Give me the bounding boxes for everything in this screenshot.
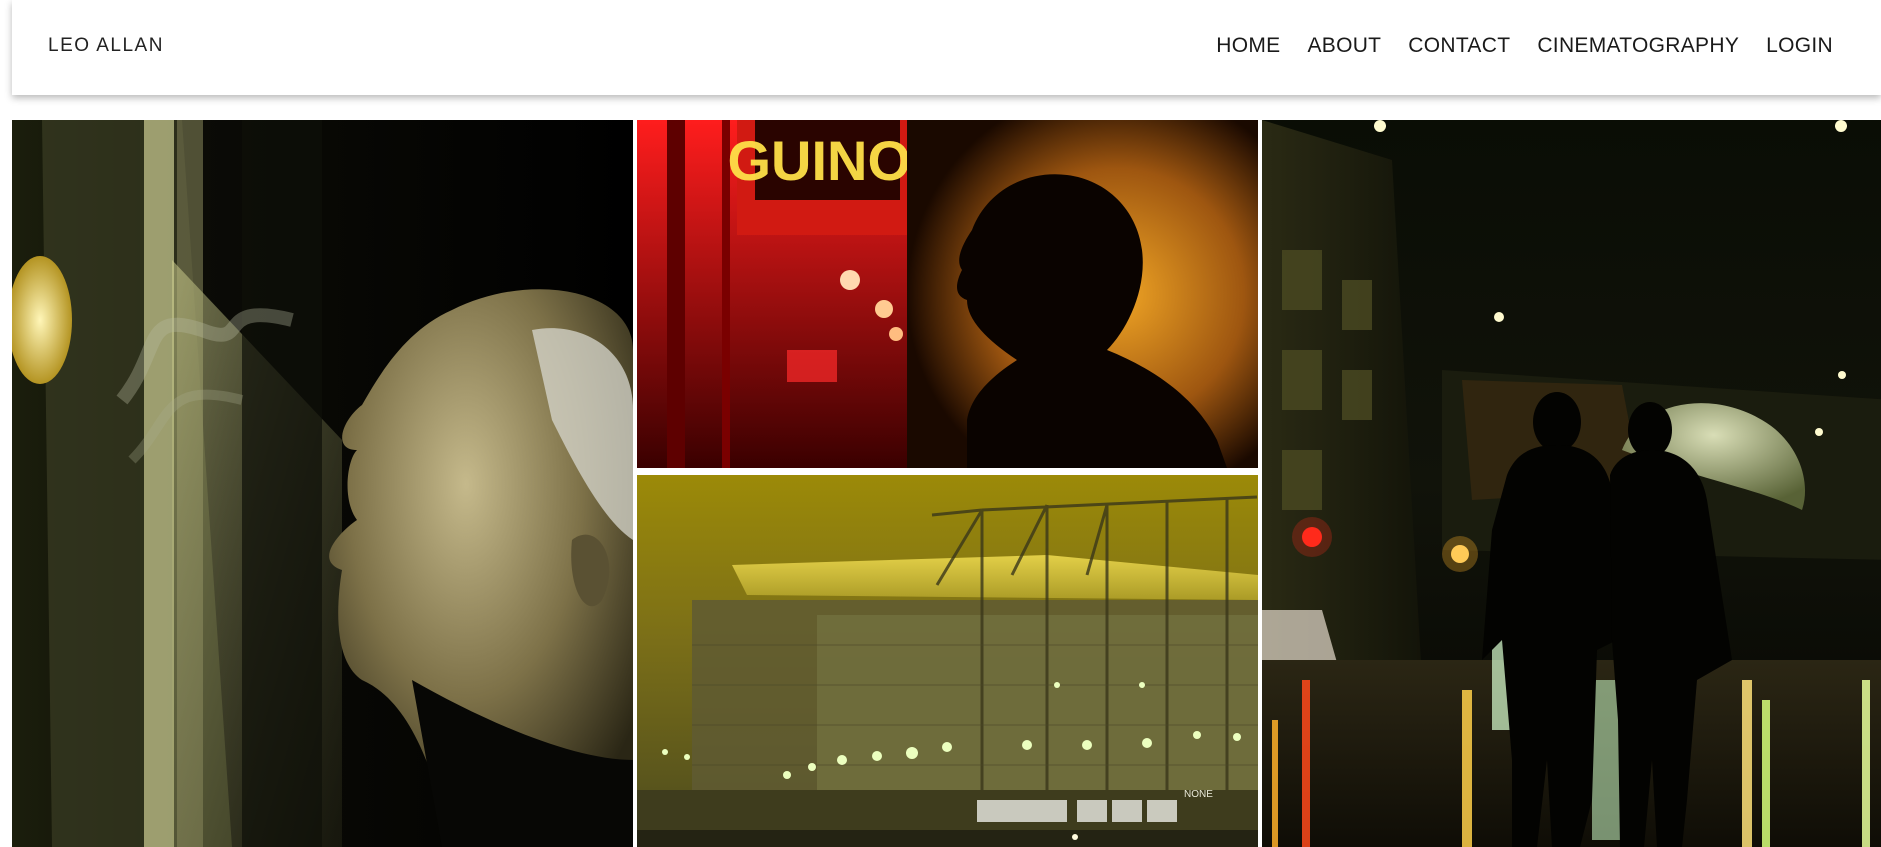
stadium-sign-text: NONE [1184,789,1213,800]
neon-sign-text: GUINOI [727,129,926,192]
nav-contact-link[interactable]: CONTACT [1408,34,1510,58]
site-header: LEO ALLAN HOME ABOUT CONTACT CINEMATOGRA… [12,0,1881,95]
nav-about-link[interactable]: ABOUT [1307,34,1381,58]
woman-neon-window-photo[interactable]: GUINOI [637,120,1258,468]
couple-umbrella-night-street-photo[interactable] [1262,120,1881,847]
old-man-smoking-photo[interactable] [12,120,633,847]
nav-cinematography-link[interactable]: CINEMATOGRAPHY [1537,34,1739,58]
stadium-fog-image: NONE [637,475,1258,847]
brand-logo-link[interactable]: LEO ALLAN [48,35,164,57]
main-nav: HOME ABOUT CONTACT CINEMATOGRAPHY LOGIN [1216,34,1833,58]
nav-home-link[interactable]: HOME [1216,34,1280,58]
stadium-fog-photo[interactable]: NONE [637,475,1258,847]
old-man-smoking-image [12,120,633,847]
couple-umbrella-night-street-image [1262,120,1881,847]
photo-gallery: GUINOI NONE [12,120,1881,847]
woman-neon-window-image: GUINOI [637,120,1258,468]
nav-login-link[interactable]: LOGIN [1766,34,1833,58]
